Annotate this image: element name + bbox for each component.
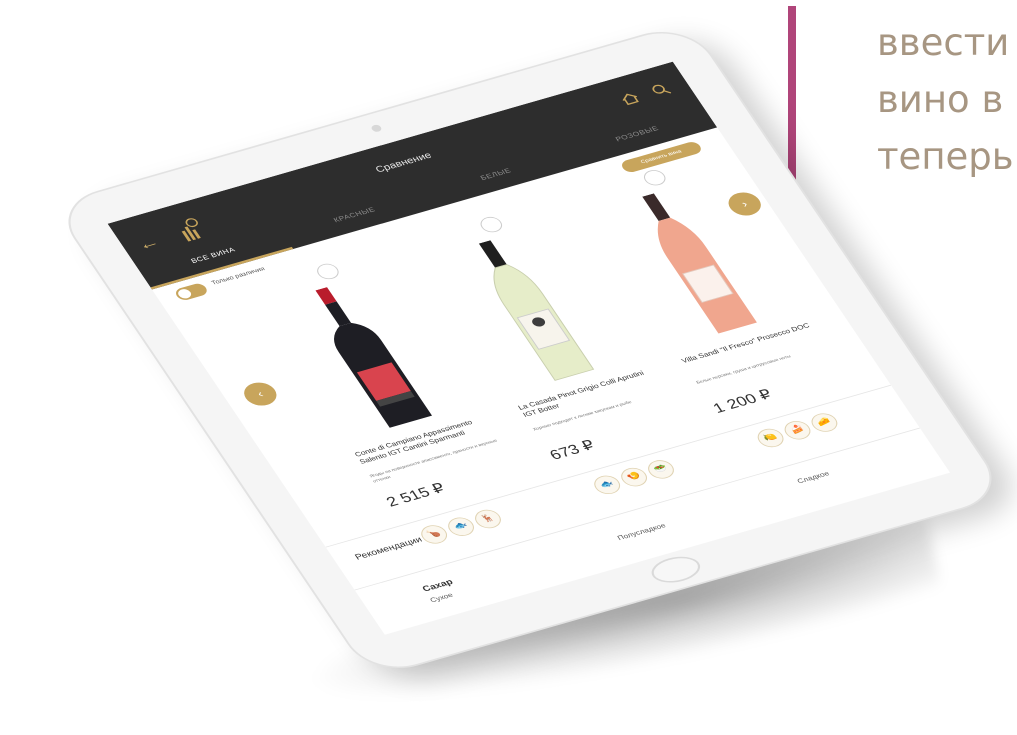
food-pairing-icon: 🐟: [443, 514, 479, 539]
quote-line: теперь: [877, 135, 1014, 178]
toggle-knob: [175, 287, 194, 300]
search-icon[interactable]: [648, 81, 674, 99]
quote-text: ввести вино в теперь: [877, 14, 1017, 185]
remove-product-icon[interactable]: [313, 261, 343, 282]
prev-arrow-icon[interactable]: ‹: [238, 379, 282, 409]
food-pairings: 🐟 🍤 🥗: [589, 457, 679, 497]
food-pairing-icon: 🐟: [589, 472, 625, 497]
wine-logo-icon: [181, 218, 201, 242]
quote-accent-bar: [788, 6, 796, 192]
arrow-left-icon[interactable]: ←: [134, 233, 164, 255]
sugar-value: Сладкое: [795, 469, 831, 485]
recommendations-title: Рекомендации: [353, 535, 425, 563]
sugar-value: Сухое: [428, 591, 455, 604]
food-pairings: 🍗 🐟 🦌: [416, 507, 506, 547]
remove-product-icon[interactable]: [640, 167, 670, 188]
front-camera: [369, 123, 383, 133]
sugar-value: Полусладкое: [615, 521, 668, 542]
remove-product-icon[interactable]: [476, 214, 506, 235]
red-wine-bottle: [315, 287, 433, 428]
rose-wine-bottle: [642, 193, 757, 334]
food-pairing-icon: 🍰: [780, 418, 815, 443]
white-wine-bottle: [478, 240, 595, 381]
food-pairing-icon: 🍤: [616, 465, 652, 489]
quote-line: ввести: [877, 21, 1010, 64]
differences-toggle[interactable]: [173, 281, 210, 302]
food-pairing-icon: 🥗: [643, 457, 679, 482]
food-pairing-icon: 🧀: [807, 410, 842, 435]
home-icon[interactable]: [617, 90, 643, 108]
food-pairing-icon: 🦌: [470, 507, 506, 531]
quote-line: вино в: [877, 78, 1004, 121]
food-pairings: 🍋 🍰 🧀: [753, 410, 842, 450]
food-pairing-icon: 🍋: [753, 426, 788, 450]
